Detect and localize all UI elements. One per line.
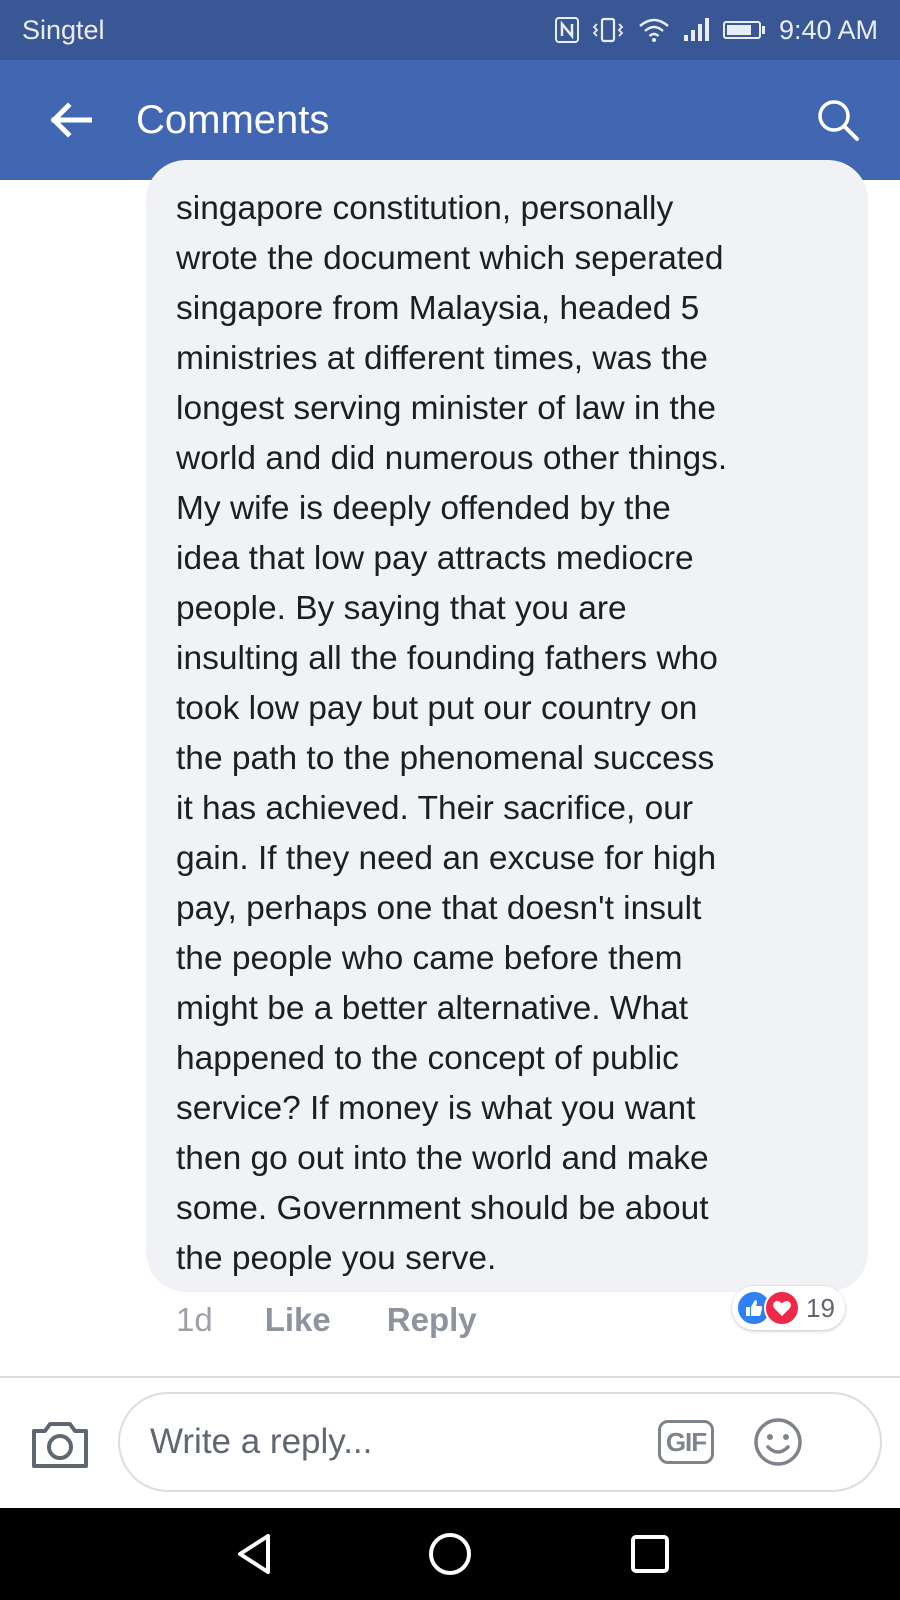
reply-button[interactable]: Reply <box>387 1301 477 1339</box>
reaction-count: 19 <box>806 1292 835 1323</box>
comment-line: singapore from Malaysia, headed 5 <box>176 290 700 327</box>
circle-home-icon <box>429 1533 471 1575</box>
comment-text: singapore constitution, personally wrote … <box>176 184 868 1284</box>
reply-composer: GIF <box>118 1392 882 1492</box>
comment-line: My wife is deeply offended by the <box>176 490 671 527</box>
clock-label: 9:40 AM <box>778 14 878 45</box>
comment-line: longest serving minister of law in the <box>176 390 716 427</box>
system-nav-bar <box>0 1508 900 1600</box>
camera-icon <box>32 1422 88 1468</box>
square-recents-icon <box>631 1535 669 1573</box>
wifi-icon <box>637 16 671 44</box>
page-title: Comments <box>136 97 330 142</box>
gif-button[interactable]: GIF <box>658 1420 714 1464</box>
triangle-back-icon <box>238 1534 270 1574</box>
camera-button[interactable] <box>28 1412 92 1476</box>
comment-line: might be a better alternative. What <box>176 990 689 1027</box>
comment-line: ministries at different times, was the <box>176 340 708 377</box>
comment-line: the people who came before them <box>176 940 683 977</box>
comment-line: the people you serve. <box>176 1240 497 1277</box>
comment-actions: 1d Like Reply <box>176 1296 477 1344</box>
comment-line: then go out into the world and make <box>176 1140 709 1177</box>
search-icon <box>818 100 859 141</box>
comment-line: wrote the document which seperated <box>176 240 724 277</box>
comment-line: pay, perhaps one that doesn't insult <box>176 890 702 927</box>
comment-line: people. By saying that you are <box>176 590 627 627</box>
vibrate-icon <box>591 17 625 43</box>
carrier-label: Singtel <box>22 14 105 45</box>
comment-line: service? If money is what you want <box>176 1090 696 1127</box>
love-reaction-icon <box>764 1290 800 1326</box>
signal-icon <box>683 17 711 43</box>
comment-line: world and did numerous other things. <box>176 440 728 477</box>
comment-line: gain. If they need an excuse for high <box>176 840 717 877</box>
comment-timestamp: 1d <box>176 1301 213 1338</box>
comment-line: idea that low pay attracts mediocre <box>176 540 694 577</box>
comment-line: it has achieved. Their sacrifice, our <box>176 790 694 827</box>
comment-line: insulting all the founding fathers who <box>176 640 718 677</box>
comment-line: some. Government should be about <box>176 1190 709 1227</box>
status-icons: 9:40 AM <box>554 14 878 46</box>
composer-divider <box>0 1376 900 1378</box>
back-button[interactable] <box>40 90 100 150</box>
search-button[interactable] <box>808 90 868 150</box>
reactions-summary[interactable]: 19 <box>732 1286 845 1330</box>
reply-input[interactable] <box>148 1411 652 1473</box>
emoji-icon <box>754 1418 802 1466</box>
status-bar: Singtel 9:40 AM <box>0 0 900 60</box>
arrow-left-icon <box>50 102 92 138</box>
battery-icon <box>722 21 765 39</box>
comment-line: singapore constitution, personally <box>176 190 674 227</box>
nav-home-button[interactable] <box>420 1524 480 1584</box>
nav-back-button[interactable] <box>224 1524 284 1584</box>
nav-recents-button[interactable] <box>620 1524 680 1584</box>
comment-line: the path to the phenomenal success <box>176 740 715 777</box>
emoji-button[interactable] <box>748 1412 808 1472</box>
comment-line: took low pay but put our country on <box>176 690 698 727</box>
comment-bubble: singapore constitution, personally wrote … <box>146 160 868 1292</box>
comment-line: happened to the concept of public <box>176 1040 679 1077</box>
nfc-icon <box>554 17 579 43</box>
like-button[interactable]: Like <box>265 1301 331 1339</box>
